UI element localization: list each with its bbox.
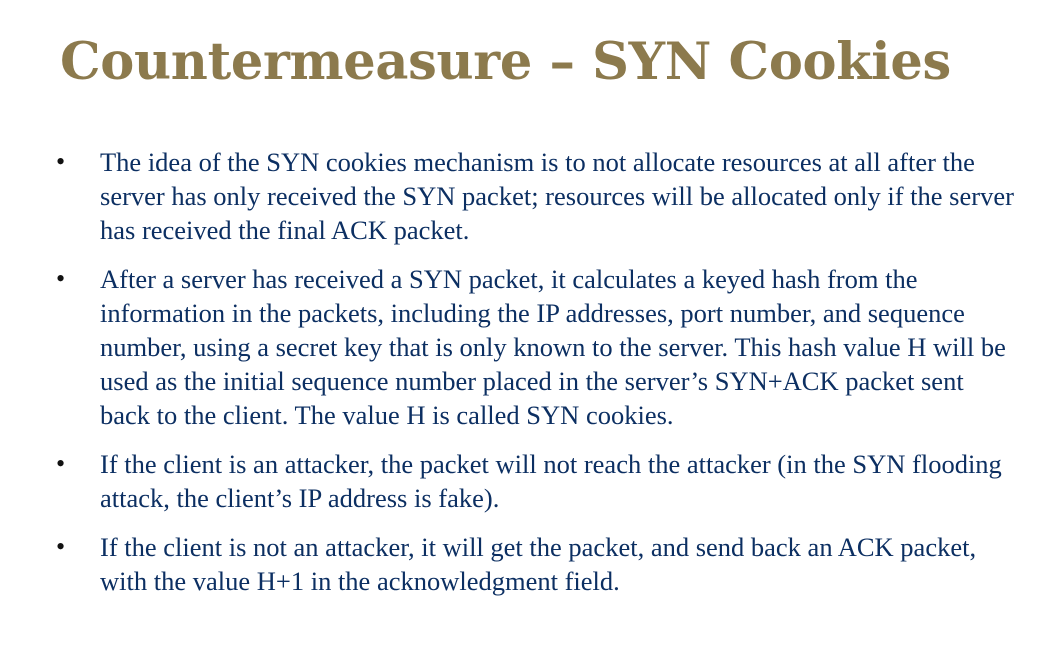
bullet-item: • If the client is an attacker, the pack… [56,447,1016,515]
bullet-dot-icon: • [56,532,66,561]
bullet-text: After a server has received a SYN packet… [100,264,1006,430]
bullet-item: • The idea of the SYN cookies mechanism … [56,145,1016,247]
bullet-dot-icon: • [56,264,66,293]
bullet-text: The idea of the SYN cookies mechanism is… [100,147,1014,245]
bullet-item: • After a server has received a SYN pack… [56,262,1016,432]
bullet-text: If the client is not an attacker, it wil… [100,532,977,596]
slide: Countermeasure – SYN Cookies • The idea … [0,0,1047,661]
bullet-dot-icon: • [56,449,66,478]
bullet-text: If the client is an attacker, the packet… [100,449,1002,513]
bullet-list: • The idea of the SYN cookies mechanism … [56,145,1016,613]
bullet-dot-icon: • [56,147,66,176]
bullet-item: • If the client is not an attacker, it w… [56,530,1016,598]
slide-title: Countermeasure – SYN Cookies [60,32,951,92]
